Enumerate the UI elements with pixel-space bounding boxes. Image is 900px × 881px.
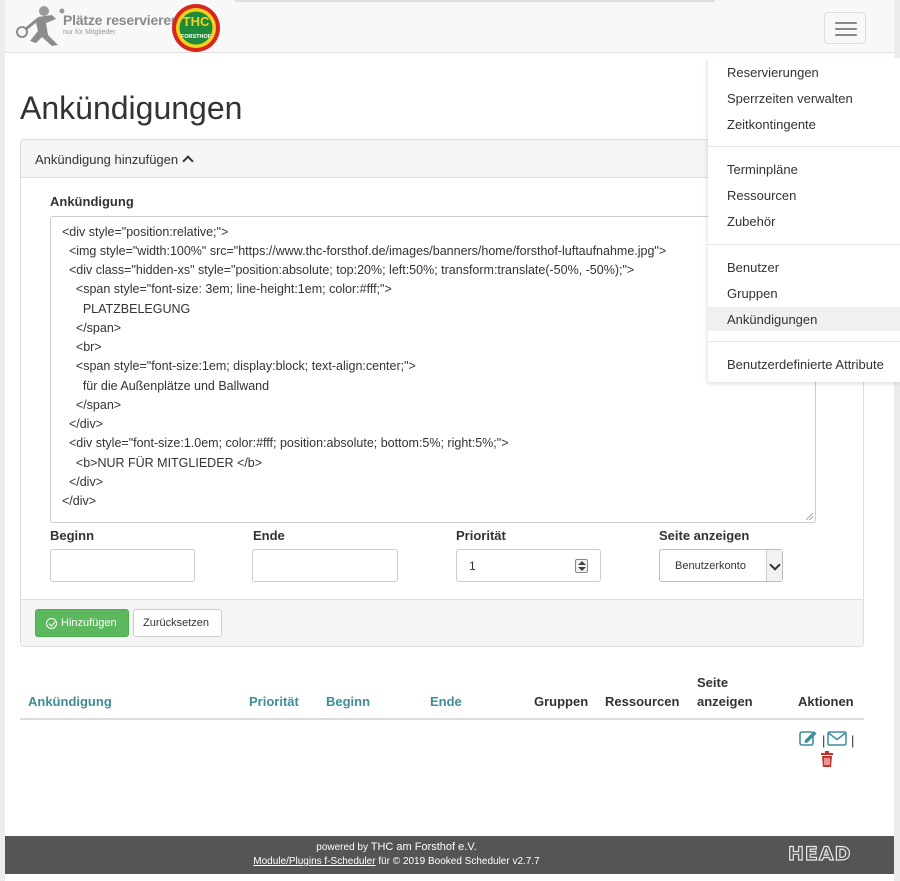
code-line: <b>NUR FÜR MITGLIEDER </b> bbox=[62, 456, 263, 470]
table-header-rule bbox=[20, 718, 864, 720]
menu-item-label: Sperrzeiten verwalten bbox=[727, 91, 853, 106]
menu-item-label: Zeitkontingente bbox=[727, 117, 816, 132]
menu-item-reservations[interactable]: Reservierungen bbox=[708, 60, 900, 84]
menu-item-quotas[interactable]: Zeitkontingente bbox=[708, 112, 900, 136]
col-display-line1: Seite bbox=[697, 675, 729, 690]
menu-item-schedules[interactable]: Terminpläne bbox=[708, 157, 900, 181]
menu-item-announcements[interactable]: Ankündigungen bbox=[708, 307, 900, 331]
menu-item-accessories[interactable]: Zubehör bbox=[708, 209, 900, 233]
code-line: <img style="width:100%" src="https://www… bbox=[62, 244, 667, 258]
menu-item-label: Zubehör bbox=[727, 214, 776, 229]
display-label: Seite anzeigen bbox=[659, 528, 750, 543]
svg-text:FORSTHOF: FORSTHOF bbox=[181, 34, 212, 40]
menu-divider bbox=[708, 341, 900, 342]
org-name: THC am Forsthof e.V. bbox=[370, 841, 477, 853]
add-button[interactable]: Hinzufügen bbox=[35, 609, 129, 637]
action-separator: | bbox=[851, 733, 855, 748]
edit-icon[interactable] bbox=[799, 729, 818, 746]
svg-text:THC: THC bbox=[183, 14, 210, 29]
display-page-select[interactable]: Benutzerkonto bbox=[659, 549, 783, 582]
col-resources: Ressourcen bbox=[605, 694, 680, 709]
menu-item-label: Benutzerdefinierte Attribute bbox=[727, 357, 884, 372]
chevron-down-icon[interactable] bbox=[766, 550, 782, 581]
brand-title[interactable]: Plätze reservieren bbox=[63, 12, 179, 28]
col-display-line2: anzeigen bbox=[697, 694, 753, 709]
code-line: <div style="position:relative;"> bbox=[62, 225, 229, 239]
col-actions: Aktionen bbox=[798, 694, 854, 709]
powered-by-text: powered by bbox=[316, 842, 368, 853]
code-line: <span style="font-size:1em; display:bloc… bbox=[62, 359, 416, 373]
action-separator: | bbox=[822, 733, 826, 748]
trash-icon[interactable] bbox=[820, 751, 834, 767]
code-line: </div> bbox=[62, 494, 97, 508]
mail-icon[interactable] bbox=[827, 731, 847, 746]
menu-item-label: Terminpläne bbox=[727, 162, 798, 177]
menu-divider bbox=[708, 244, 900, 245]
menu-item-label: Reservierungen bbox=[727, 65, 819, 80]
code-line: </div> bbox=[62, 475, 103, 489]
menu-item-resources[interactable]: Ressourcen bbox=[708, 183, 900, 207]
begin-date-input[interactable] bbox=[50, 549, 195, 582]
reset-button[interactable]: Zurücksetzen bbox=[133, 609, 222, 637]
end-date-input[interactable] bbox=[252, 549, 398, 582]
hamburger-bar bbox=[835, 22, 857, 24]
page-title: Ankündigungen bbox=[20, 90, 243, 126]
menu-item-label: Ankündigungen bbox=[727, 312, 818, 327]
col-end[interactable]: Ende bbox=[430, 694, 462, 709]
end-label: Ende bbox=[253, 528, 285, 543]
navbar: Plätze reservieren nur für Mitglieder TH… bbox=[5, 0, 894, 53]
top-divider bbox=[235, 0, 715, 2]
code-line: </span> bbox=[62, 398, 122, 412]
tennis-player-logo-icon[interactable] bbox=[12, 5, 68, 47]
priority-label: Priorität bbox=[456, 528, 506, 543]
footer: powered by THC am Forsthof e.V. Module/P… bbox=[5, 836, 894, 874]
reset-button-label: Zurücksetzen bbox=[143, 617, 210, 629]
brand-subtitle: nur für Mitglieder bbox=[63, 29, 116, 36]
club-logo: THC FORSTHOF bbox=[172, 4, 220, 52]
sponsor-logo: HEAD bbox=[787, 842, 852, 865]
footer-line2: Module/Plugins f-Scheduler für © 2019 Bo… bbox=[5, 856, 788, 867]
priority-stepper[interactable]: 1 bbox=[456, 549, 601, 582]
code-line: PLATZBELEGUNG bbox=[62, 302, 191, 316]
display-page-value: Benutzerkonto bbox=[675, 560, 746, 572]
footer-line1: powered by THC am Forsthof e.V. bbox=[5, 841, 788, 853]
resize-handle-icon[interactable] bbox=[806, 513, 813, 520]
menu-divider bbox=[708, 146, 900, 147]
panel-footer: Hinzufügen Zurücksetzen bbox=[21, 599, 863, 646]
spinner-icon[interactable] bbox=[575, 559, 588, 573]
col-groups: Gruppen bbox=[534, 694, 589, 709]
col-priority[interactable]: Priorität bbox=[249, 694, 299, 709]
check-circle-icon bbox=[46, 618, 57, 629]
col-announcement[interactable]: Ankündigung bbox=[28, 694, 112, 709]
menu-item-label: Ressourcen bbox=[727, 188, 797, 203]
announcement-label: Ankündigung bbox=[50, 194, 134, 209]
code-line: <span style="font-size: 3em; line-height… bbox=[62, 282, 392, 296]
menu-item-groups[interactable]: Gruppen bbox=[708, 281, 900, 305]
add-button-label: Hinzufügen bbox=[61, 617, 117, 629]
menu-item-users[interactable]: Benutzer bbox=[708, 255, 900, 279]
admin-dropdown-menu: Reservierungen Sperrzeiten verwalten Zei… bbox=[708, 58, 900, 382]
code-line: </div> bbox=[62, 417, 103, 431]
copyright-text: für © 2019 Booked Scheduler v2.7.7 bbox=[378, 856, 540, 867]
code-line: <br> bbox=[62, 340, 102, 354]
chevron-up-icon[interactable] bbox=[182, 155, 194, 167]
panel-toggle-label[interactable]: Ankündigung hinzufügen bbox=[35, 152, 178, 167]
announcement-textarea[interactable]: <div style="position:relative;"> <img st… bbox=[50, 216, 816, 523]
menu-item-custom-attributes[interactable]: Benutzerdefinierte Attribute bbox=[708, 352, 900, 376]
menu-toggle-button[interactable] bbox=[824, 12, 866, 44]
menu-item-label: Benutzer bbox=[727, 260, 780, 275]
col-begin[interactable]: Beginn bbox=[326, 694, 370, 709]
code-line: <div class="hidden-xs" style="position:a… bbox=[62, 263, 635, 277]
code-line: </span> bbox=[62, 321, 122, 335]
hamburger-bar bbox=[835, 34, 857, 36]
priority-value: 1 bbox=[469, 559, 476, 573]
menu-item-label: Gruppen bbox=[727, 286, 778, 301]
hamburger-bar bbox=[835, 28, 857, 30]
code-line: für die Außenplätze und Ballwand bbox=[62, 379, 270, 393]
menu-item-blackouts[interactable]: Sperrzeiten verwalten bbox=[708, 86, 900, 110]
begin-label: Beginn bbox=[50, 528, 95, 543]
panel-toggle[interactable]: Ankündigung hinzufügen bbox=[35, 152, 194, 167]
code-line: <div style="font-size:1.0em; color:#fff;… bbox=[62, 436, 509, 450]
module-link[interactable]: Module/Plugins f-Scheduler bbox=[253, 856, 375, 867]
